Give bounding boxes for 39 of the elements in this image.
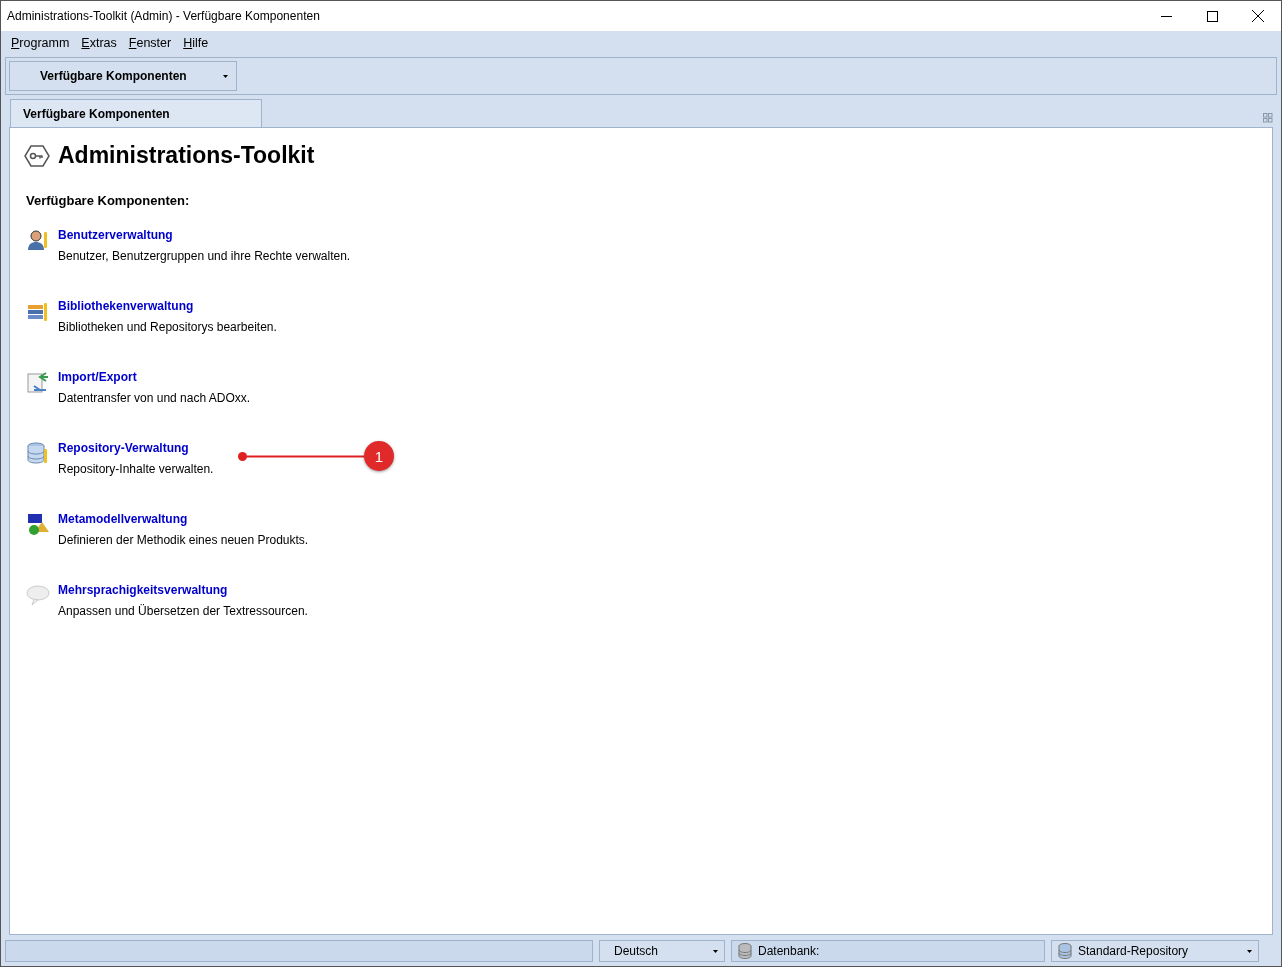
component-description: Datentransfer von und nach ADOxx.: [58, 391, 251, 405]
close-icon[interactable]: [1252, 10, 1264, 22]
database-wrench-icon: [26, 441, 50, 465]
components-dropdown[interactable]: Verfügbare Komponenten: [9, 61, 237, 91]
database-icon: [738, 943, 752, 959]
speech-bubble-icon: [26, 583, 50, 607]
repository-dropdown[interactable]: Standard-Repository: [1051, 940, 1259, 962]
callout-badge: 1: [364, 441, 394, 471]
menu-item[interactable]: Extras: [75, 36, 123, 50]
database-field: Datenbank:: [731, 940, 1045, 962]
component-link[interactable]: Benutzerverwaltung: [58, 228, 351, 242]
window-title: Administrations-Toolkit (Admin) - Verfügbare Komponenten: [7, 9, 321, 23]
user-wrench-icon: [26, 228, 50, 252]
page-heading: Administrations-Toolkit: [58, 142, 315, 169]
component-description: Definieren der Methodik eines neuen Produkts.: [58, 533, 309, 547]
component-description: Repository-Inhalte verwalten.: [58, 462, 214, 476]
minimize-icon[interactable]: [1160, 15, 1172, 17]
key-hexagon-icon: [24, 144, 50, 167]
tab[interactable]: Verfügbare Komponenten: [10, 99, 262, 127]
database-icon: [1058, 943, 1072, 959]
section-heading: Verfügbare Komponenten:: [26, 193, 191, 208]
menu-item[interactable]: Fenster: [122, 36, 178, 50]
menu-item[interactable]: Programm: [5, 36, 76, 50]
menu-item[interactable]: Hilfe: [177, 36, 215, 50]
component-description: Anpassen und Übersetzen der Textressourcen.: [58, 604, 308, 618]
caret-icon: [1247, 949, 1252, 953]
component-link[interactable]: Mehrsprachigkeitsverwaltung: [58, 583, 308, 597]
component-description: Bibliotheken und Repositorys bearbeiten.: [58, 320, 277, 334]
import-export-icon: [26, 370, 50, 394]
component-link[interactable]: Repository-Verwaltung: [58, 441, 214, 455]
caret-icon: [223, 74, 228, 78]
component-link[interactable]: Metamodellverwaltung: [58, 512, 309, 526]
component-link[interactable]: Import/Export: [58, 370, 251, 384]
language-dropdown[interactable]: Deutsch: [599, 940, 725, 962]
caret-icon: [713, 949, 718, 953]
maximize-icon[interactable]: [1206, 10, 1218, 22]
shapes-icon: [26, 512, 50, 536]
component-link[interactable]: Bibliothekenverwaltung: [58, 299, 277, 313]
component-description: Benutzer, Benutzergruppen und ihre Rechte verwalten.: [58, 249, 351, 263]
